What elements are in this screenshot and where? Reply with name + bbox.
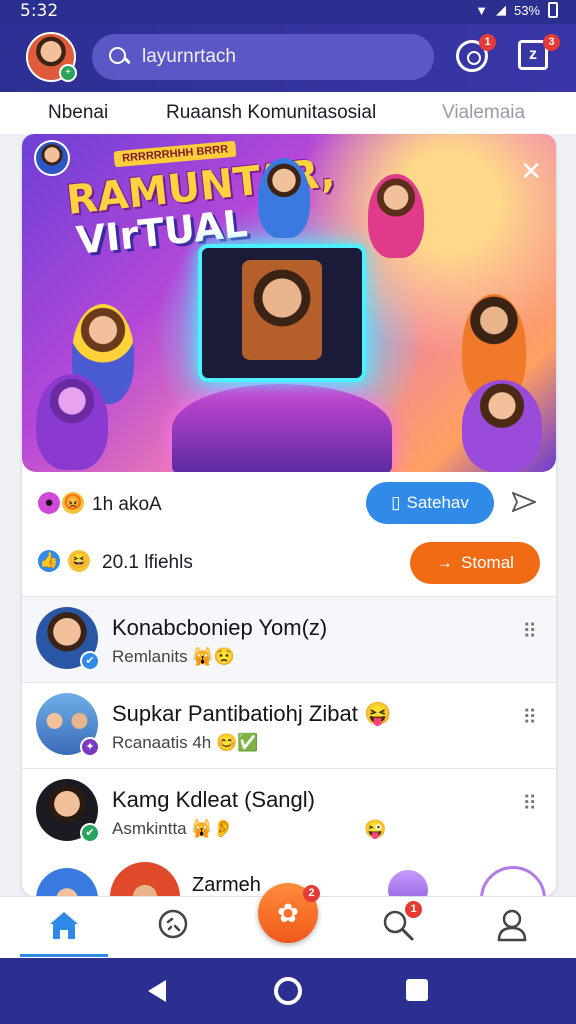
- pedestal-graphic: [172, 384, 392, 472]
- arrow-right-icon: →: [436, 553, 454, 572]
- search-input[interactable]: layurnrtach: [92, 34, 434, 80]
- reaction-emoji: 😜: [364, 819, 387, 839]
- more-options-icon[interactable]: ⠿: [522, 619, 538, 644]
- secondary-button-label: Stomal: [461, 553, 514, 572]
- nav-home[interactable]: [20, 905, 108, 957]
- explore-icon: [158, 909, 188, 939]
- avatar[interactable]: [110, 862, 180, 896]
- item-name: Kamg Kdleat (Sangl): [112, 787, 315, 812]
- reactions-text: 1h akoA: [92, 494, 162, 515]
- list-item[interactable]: ✔ Kamg Kdleat (Sangl) Asmkintta 🙀👂 😜 ⠿: [22, 768, 556, 854]
- tab-3[interactable]: Vialemaia: [442, 102, 525, 124]
- primary-button-label: Satehav: [406, 493, 469, 512]
- verified-badge-icon: ✔: [80, 651, 100, 671]
- list-item[interactable]: ✦ Supkar Pantibatiohj Zibat 😝 Rcanaatis …: [22, 682, 556, 768]
- search-text: layurnrtach: [142, 46, 236, 67]
- love-reaction-icon: ●: [38, 492, 60, 514]
- close-icon[interactable]: ✕: [520, 156, 542, 187]
- likes-row: 👍 😆 20.1 lfiehls → Stomal: [22, 540, 556, 596]
- status-time: 5:32: [20, 1, 59, 21]
- chat-badge: 3: [543, 34, 560, 51]
- battery-icon: [548, 2, 558, 18]
- notifications-button[interactable]: 1: [456, 34, 496, 74]
- status-icons: ▼ ◢ 53%: [475, 2, 558, 18]
- create-badge: 2: [303, 885, 320, 902]
- chat-button[interactable]: z 3: [518, 34, 560, 74]
- person-graphic: [368, 174, 424, 258]
- decoration-bubble: [388, 870, 428, 896]
- wifi-icon: ▼: [475, 2, 488, 18]
- system-navigation-bar: [0, 958, 576, 1024]
- back-icon[interactable]: [148, 980, 166, 1002]
- online-badge-icon: ✔: [80, 823, 100, 843]
- home-icon: [50, 912, 78, 939]
- person-graphic: [462, 380, 542, 472]
- list-item[interactable]: ✔ Konabcboniep Yom(z) Remlanits 🙀😟 ⠿: [22, 596, 556, 682]
- signal-icon: ◢: [495, 2, 506, 17]
- monitor-graphic: [198, 244, 366, 382]
- item-subtitle: Remlanits 🙀😟: [112, 647, 235, 666]
- tab-bar: Nbenai Ruaansh Komunitasosial Vialemaia: [0, 92, 576, 134]
- post-card: RRRRRRHHH BRRR RAMUNTAR, VIrTUAL ✕ ● 😡 1…: [22, 134, 556, 896]
- tab-1[interactable]: Nbenai: [48, 102, 108, 124]
- item-name: Konabcboniep Yom(z): [112, 615, 328, 640]
- nav-search[interactable]: 1: [378, 901, 422, 945]
- item-subtitle: Asmkintta 🙀👂: [112, 819, 234, 838]
- online-status-icon: +: [59, 64, 77, 82]
- avatar[interactable]: ✦: [36, 693, 100, 757]
- avatar[interactable]: ✔: [36, 779, 100, 843]
- more-options-icon[interactable]: ⠿: [522, 791, 538, 816]
- create-icon: ✿: [277, 898, 299, 928]
- app-header: + layurnrtach 1 z 3: [0, 24, 576, 92]
- secondary-action-button[interactable]: → Stomal: [410, 542, 540, 584]
- profile-icon: [497, 909, 527, 942]
- decoration-bubble: [480, 866, 546, 896]
- create-post-button[interactable]: ✿ 2: [258, 883, 320, 943]
- more-options-icon[interactable]: ⠿: [522, 705, 538, 730]
- group-badge-icon: ✦: [80, 737, 100, 757]
- avatar[interactable]: [36, 868, 98, 896]
- author-avatar[interactable]: [34, 140, 70, 176]
- comments-list: ✔ Konabcboniep Yom(z) Remlanits 🙀😟 ⠿ ✦ S…: [22, 596, 556, 854]
- person-graphic: [242, 260, 322, 360]
- angry-reaction-icon: 😡: [62, 492, 84, 514]
- item-name: Supkar Pantibatiohj Zibat 😝: [112, 701, 392, 726]
- laugh-reaction-icon: 😆: [68, 550, 90, 572]
- document-icon: ▯: [391, 493, 401, 512]
- bottom-navigation: ✿ 2 1: [0, 883, 576, 958]
- notification-badge: 1: [479, 34, 496, 51]
- likes-count: 20.1 lfiehls: [102, 552, 193, 573]
- profile-avatar[interactable]: +: [26, 32, 77, 82]
- item-name: Zarmeh: [192, 874, 261, 896]
- post-banner-image[interactable]: RRRRRRHHH BRRR RAMUNTAR, VIrTUAL ✕: [22, 134, 556, 472]
- reactions-row: ● 😡 1h akoA ▯ Satehav: [22, 482, 556, 538]
- status-bar: 5:32 ▼ ◢ 53%: [0, 0, 576, 24]
- search-icon: [108, 46, 130, 68]
- nav-explore[interactable]: [154, 905, 194, 945]
- tab-2[interactable]: Ruaansh Komunitasosial: [166, 102, 376, 124]
- share-icon[interactable]: [512, 492, 536, 512]
- person-graphic: [258, 158, 310, 238]
- search-badge: 1: [405, 901, 422, 918]
- nav-profile[interactable]: [492, 905, 532, 945]
- avatar[interactable]: ✔: [36, 607, 100, 671]
- like-reaction-icon: 👍: [38, 550, 60, 572]
- battery-level: 53%: [513, 2, 540, 18]
- home-circle-icon[interactable]: [274, 977, 302, 1005]
- primary-action-button[interactable]: ▯ Satehav: [366, 482, 494, 524]
- person-graphic: [36, 374, 108, 470]
- item-subtitle: Rcanaatis 4h 😊✅: [112, 733, 259, 752]
- recents-icon[interactable]: [406, 979, 428, 1001]
